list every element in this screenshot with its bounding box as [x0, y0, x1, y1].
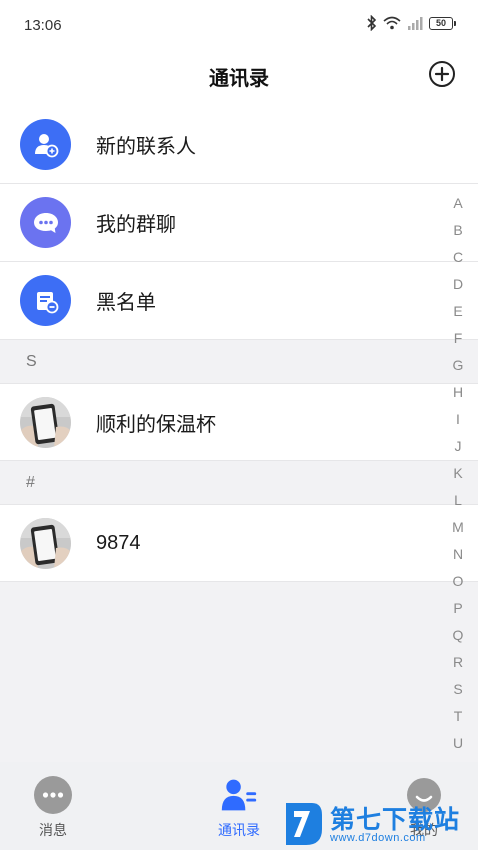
blacklist-icon [20, 275, 71, 326]
menu-item-new-contacts[interactable]: 新的联系人 [0, 106, 478, 184]
contact-row[interactable]: 顺利的保温杯 [0, 384, 478, 461]
avatar [20, 517, 71, 569]
section-header-hash: # [0, 461, 478, 505]
index-letter[interactable]: A [453, 190, 462, 217]
add-button[interactable] [428, 60, 456, 88]
index-letter[interactable]: B [453, 217, 462, 244]
index-letter[interactable]: Q [453, 622, 464, 649]
menu-item-group-chats[interactable]: 我的群聊 [0, 184, 478, 262]
index-letter[interactable]: S [453, 676, 462, 703]
message-icon [34, 776, 72, 814]
index-letter[interactable]: O [453, 568, 464, 595]
index-letter[interactable]: J [455, 433, 462, 460]
index-letter[interactable]: H [453, 379, 463, 406]
battery-level: 50 [429, 16, 453, 30]
index-letter[interactable]: D [453, 271, 463, 298]
index-letter[interactable]: E [453, 298, 462, 325]
menu-item-label: 新的联系人 [96, 134, 196, 158]
contact-row[interactable]: 9874 [0, 505, 478, 582]
bluetooth-icon [367, 15, 377, 31]
index-letter[interactable]: K [453, 460, 462, 487]
menu-item-label: 黑名单 [96, 290, 156, 314]
header: 通讯录 [0, 52, 478, 106]
index-letter[interactable]: N [453, 541, 463, 568]
tab-messages[interactable]: 消息 [3, 776, 103, 840]
tab-contacts[interactable]: 通讯录 [189, 776, 289, 840]
signal-icon [408, 17, 423, 30]
group-chat-icon [20, 197, 71, 248]
add-contact-icon [20, 119, 71, 170]
menu-item-label: 我的群聊 [96, 212, 176, 236]
watermark-logo-icon [286, 803, 322, 845]
contact-name: 9874 [96, 531, 141, 554]
index-letter[interactable]: G [453, 352, 464, 379]
index-letter[interactable]: C [453, 244, 463, 271]
index-letter[interactable]: U [453, 730, 463, 757]
wifi-icon [383, 16, 401, 30]
tab-label: 消息 [39, 823, 67, 839]
watermark-url: www.d7down.com [330, 832, 426, 844]
watermark: 第七下载站 www.d7down.com [282, 798, 478, 850]
index-letter[interactable]: I [456, 406, 460, 433]
page-title: 通讯录 [209, 66, 269, 90]
menu-item-blacklist[interactable]: 黑名单 [0, 262, 478, 340]
tab-label: 通讯录 [218, 823, 260, 839]
section-header-s: S [0, 340, 478, 384]
status-bar: 13:06 50 [0, 0, 478, 52]
contacts-icon [220, 776, 258, 814]
avatar [20, 396, 71, 448]
index-letter[interactable]: L [454, 487, 462, 514]
index-letter[interactable]: P [453, 595, 462, 622]
index-letter[interactable]: R [453, 649, 463, 676]
contact-list: 新的联系人 我的群聊 黑名单 S 顺利的保温杯 # 9874 [0, 106, 478, 582]
contact-name: 顺利的保温杯 [96, 411, 216, 436]
status-icons: 50 [366, 15, 456, 31]
index-letter[interactable]: T [454, 703, 463, 730]
watermark-text: 第七下载站 [330, 805, 461, 834]
index-letter[interactable]: F [454, 325, 463, 352]
battery-icon: 50 [429, 16, 456, 30]
status-time: 13:06 [24, 17, 62, 34]
index-letter[interactable]: M [452, 514, 464, 541]
alphabet-index[interactable]: A B C D E F G H I J K L M N O P Q R S T … [448, 190, 468, 757]
